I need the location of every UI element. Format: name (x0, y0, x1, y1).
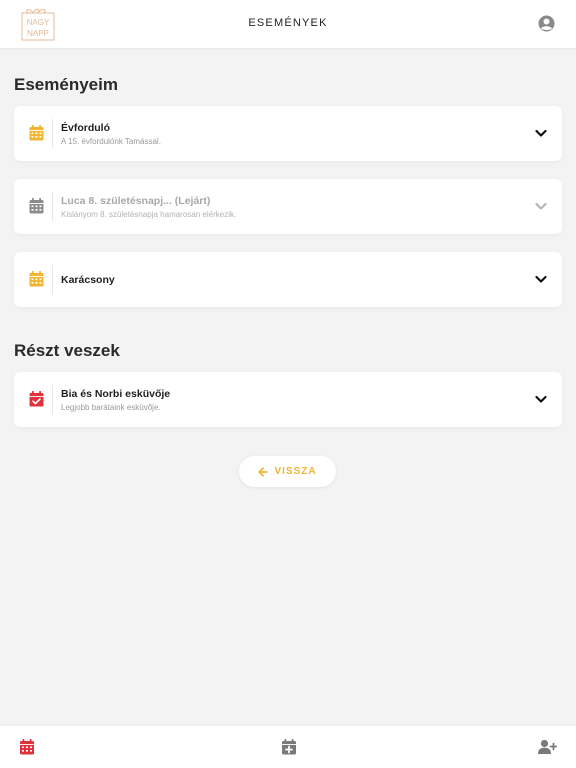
attending-event-card[interactable]: Bia és Norbi esküvője Legjobb barátaink … (14, 372, 562, 427)
chevron-down-icon[interactable] (535, 395, 547, 404)
event-card[interactable]: Karácsony (14, 252, 562, 307)
back-button[interactable]: VISSZA (239, 456, 336, 487)
card-divider (52, 119, 53, 148)
calendar-check-icon (29, 391, 44, 407)
calendar-icon (29, 125, 44, 141)
chevron-down-icon[interactable] (535, 275, 547, 284)
logo-text-bottom: NAPP (27, 29, 49, 38)
calendar-add-icon[interactable] (281, 739, 297, 755)
event-subtitle: A 15. évfordulónk Tamással. (61, 137, 161, 146)
top-bar: NAGY NAPP ESEMÉNYEK (0, 0, 576, 48)
event-subtitle: Legjobb barátaink esküvője. (61, 403, 161, 412)
chevron-down-icon[interactable] (535, 202, 547, 211)
section-title-attending: Részt veszek (14, 341, 120, 360)
chevron-down-icon[interactable] (535, 129, 547, 138)
profile-icon[interactable] (538, 15, 555, 32)
page-title: ESEMÉNYEK (248, 17, 328, 29)
event-title: Luca 8. születésnapj... (Lejárt) (61, 195, 211, 207)
card-divider (52, 385, 53, 414)
event-subtitle: Kislányom 8. születésnapja hamarosan elé… (61, 210, 237, 219)
arrow-left-icon (258, 466, 269, 477)
event-title: Karácsony (61, 274, 115, 286)
event-card-expired[interactable]: Luca 8. születésnapj... (Lejárt) Kislány… (14, 179, 562, 234)
calendar-icon (29, 271, 44, 287)
page: NAGY NAPP ESEMÉNYEK Eseményeim Évforduló… (0, 0, 576, 768)
user-add-icon[interactable] (538, 739, 557, 755)
event-title: Bia és Norbi esküvője (61, 388, 171, 400)
card-divider (52, 192, 53, 221)
bottom-nav (0, 726, 576, 768)
calendar-icon[interactable] (19, 739, 35, 755)
section-title-my-events: Eseményeim (14, 75, 118, 94)
event-card[interactable]: Évforduló A 15. évfordulónk Tamással. (14, 106, 562, 161)
back-button-label: VISSZA (274, 466, 317, 477)
card-divider (52, 265, 53, 294)
event-title: Évforduló (61, 122, 110, 134)
calendar-icon (29, 198, 44, 214)
